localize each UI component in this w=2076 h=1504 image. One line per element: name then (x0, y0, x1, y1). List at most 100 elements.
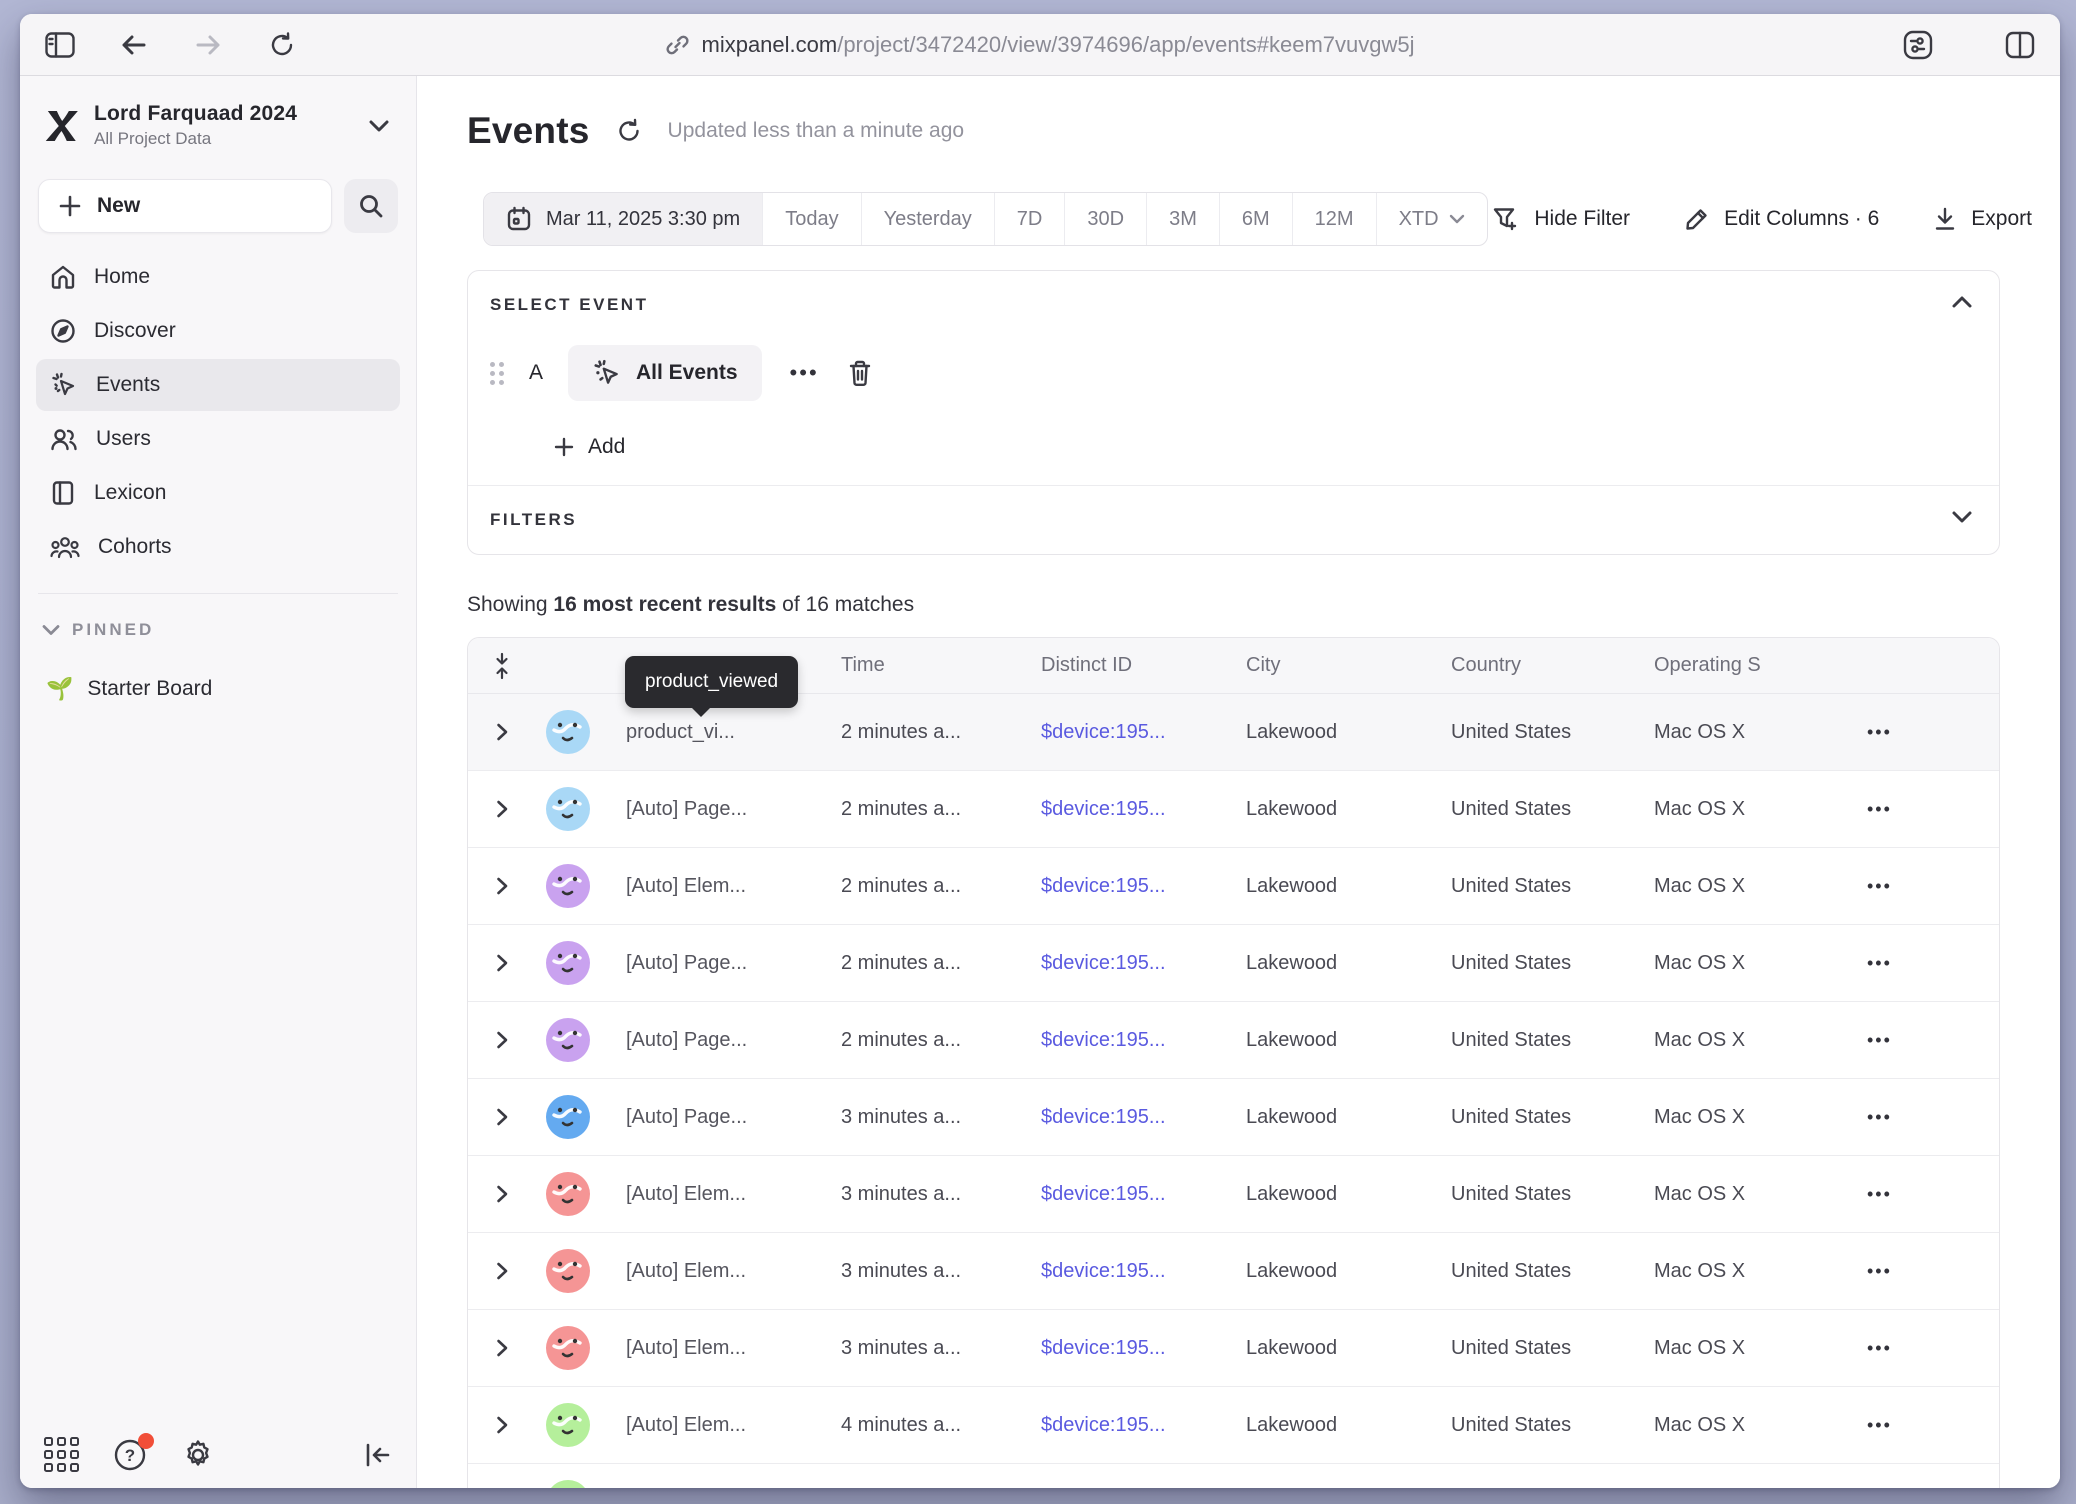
row-actions-button[interactable]: ••• (1859, 876, 1900, 897)
new-button[interactable]: New (38, 179, 332, 233)
row-expand-icon[interactable] (495, 722, 509, 742)
distinct-id-link[interactable]: $device:195... (1041, 1414, 1246, 1437)
event-selector-button[interactable]: All Events (568, 345, 762, 401)
row-expand-icon[interactable] (495, 876, 509, 896)
gear-icon[interactable] (181, 1438, 215, 1472)
event-name[interactable]: [Auto] Elem... (626, 1337, 841, 1360)
table-row[interactable]: [Auto] Elem... 4 minutes a... $device:19… (468, 1387, 1999, 1464)
search-button[interactable] (344, 179, 398, 233)
help-button[interactable]: ? (113, 1438, 147, 1472)
event-name[interactable]: [Auto] Page... (626, 798, 841, 821)
distinct-id-link[interactable]: $device:195... (1041, 1260, 1246, 1283)
sidebar-item-cohorts[interactable]: Cohorts (36, 521, 400, 573)
sidebar-toggle-icon[interactable] (38, 25, 82, 65)
distinct-id-link[interactable]: $device:195... (1041, 1337, 1246, 1360)
download-icon (1933, 206, 1957, 232)
distinct-id-link[interactable]: $device:195... (1041, 798, 1246, 821)
row-actions-button[interactable]: ••• (1859, 1338, 1900, 1359)
column-header-distinct-id[interactable]: Distinct ID (1041, 654, 1246, 677)
sidebar-item-lexicon[interactable]: Lexicon (36, 467, 400, 519)
project-switcher[interactable]: Lord Farquaad 2024 All Project Data (36, 98, 400, 153)
column-header-city[interactable]: City (1246, 654, 1451, 677)
distinct-id-link[interactable]: $device:195... (1041, 952, 1246, 975)
collapse-sidebar-icon[interactable] (364, 1442, 392, 1468)
event-name[interactable]: [Auto] Elem... (626, 875, 841, 898)
sidebar-item-home[interactable]: Home (36, 251, 400, 303)
row-actions-button[interactable]: ••• (1859, 1261, 1900, 1282)
row-expand-icon[interactable] (495, 1030, 509, 1050)
row-expand-icon[interactable] (495, 1338, 509, 1358)
row-actions-button[interactable]: ••• (1859, 1107, 1900, 1128)
column-header-os[interactable]: Operating S (1654, 654, 1859, 677)
forward-icon[interactable] (186, 25, 230, 65)
collapse-rows-icon[interactable] (492, 652, 512, 680)
distinct-id-link[interactable]: $device:195... (1041, 1106, 1246, 1129)
edit-columns-button[interactable]: Edit Columns · 6 (1684, 206, 1879, 232)
date-picker-button[interactable]: Mar 11, 2025 3:30 pm (484, 193, 763, 245)
row-actions-button[interactable]: ••• (1859, 1415, 1900, 1436)
row-actions-button[interactable]: ••• (1859, 799, 1900, 820)
row-expand-icon[interactable] (495, 1261, 509, 1281)
drag-handle-icon[interactable] (490, 362, 504, 385)
preset-6m[interactable]: 6M (1220, 193, 1293, 245)
preset-3m[interactable]: 3M (1147, 193, 1220, 245)
split-view-icon[interactable] (1998, 25, 2042, 65)
hide-filter-button[interactable]: Hide Filter (1492, 206, 1630, 232)
row-expand-icon[interactable] (495, 1184, 509, 1204)
event-name[interactable]: [Auto] Page... (626, 1029, 841, 1052)
export-button[interactable]: Export (1933, 206, 2032, 232)
row-actions-button[interactable]: ••• (1859, 953, 1900, 974)
sidebar-item-discover[interactable]: Discover (36, 305, 400, 357)
sidebar-item-events[interactable]: Events (36, 359, 400, 411)
column-header-time[interactable]: Time (841, 654, 1041, 677)
preset-today[interactable]: Today (763, 193, 861, 245)
distinct-id-link[interactable]: $device:195... (1041, 875, 1246, 898)
preset-12m[interactable]: 12M (1293, 193, 1377, 245)
back-icon[interactable] (112, 25, 156, 65)
table-row[interactable]: [Auto] Page... 2 minutes a... $device:19… (468, 771, 1999, 848)
pinned-section-toggle[interactable]: PINNED (42, 620, 394, 640)
row-expand-icon[interactable] (495, 953, 509, 973)
preset-yesterday[interactable]: Yesterday (862, 193, 995, 245)
column-header-country[interactable]: Country (1451, 654, 1654, 677)
event-name[interactable]: [Auto] Page... (626, 952, 841, 975)
distinct-id-link[interactable]: $device:195... (1041, 1029, 1246, 1052)
collapse-section-icon[interactable] (1951, 295, 1973, 309)
event-name[interactable]: [Auto] Page... (626, 1106, 841, 1129)
distinct-id-link[interactable]: $device:195... (1041, 1183, 1246, 1206)
expand-section-icon[interactable] (1951, 510, 1973, 524)
table-row[interactable] (468, 1464, 1999, 1488)
preset-xtd[interactable]: XTD (1377, 193, 1487, 245)
add-event-button[interactable]: Add (554, 435, 625, 459)
preset-30d[interactable]: 30D (1065, 193, 1147, 245)
sidebar-item-users[interactable]: Users (36, 413, 400, 465)
table-row[interactable]: [Auto] Page... 2 minutes a... $device:19… (468, 925, 1999, 1002)
table-row[interactable]: [Auto] Page... 2 minutes a... $device:19… (468, 1002, 1999, 1079)
apps-grid-icon[interactable] (44, 1437, 79, 1472)
table-row[interactable]: [Auto] Elem... 3 minutes a... $device:19… (468, 1233, 1999, 1310)
event-name[interactable]: [Auto] Elem... (626, 1260, 841, 1283)
table-row[interactable]: [Auto] Page... 3 minutes a... $device:19… (468, 1079, 1999, 1156)
event-name[interactable]: product_vi... (626, 721, 841, 744)
refresh-page-icon[interactable] (260, 25, 304, 65)
event-name[interactable]: [Auto] Elem... (626, 1183, 841, 1206)
refresh-results-icon[interactable] (616, 118, 642, 144)
table-row[interactable]: [Auto] Elem... 3 minutes a... $device:19… (468, 1156, 1999, 1233)
row-actions-button[interactable]: ••• (1859, 1184, 1900, 1205)
row-actions-button[interactable]: ••• (1859, 1030, 1900, 1051)
sidebar-item-label: Users (96, 427, 151, 451)
row-expand-icon[interactable] (495, 799, 509, 819)
row-expand-icon[interactable] (495, 1415, 509, 1435)
pinned-item-starter-board[interactable]: 🌱 Starter Board (46, 676, 394, 702)
table-row[interactable]: [Auto] Elem... 3 minutes a... $device:19… (468, 1310, 1999, 1387)
table-row[interactable]: [Auto] Elem... 2 minutes a... $device:19… (468, 848, 1999, 925)
page-settings-icon[interactable] (1896, 25, 1940, 65)
distinct-id-link[interactable]: $device:195... (1041, 721, 1246, 744)
preset-7d[interactable]: 7D (995, 193, 1066, 245)
row-expand-icon[interactable] (495, 1107, 509, 1127)
delete-event-icon[interactable] (847, 359, 873, 387)
row-actions-button[interactable]: ••• (1859, 722, 1900, 743)
event-options-button[interactable]: ••• (784, 360, 825, 386)
url-bar[interactable]: mixpanel.com/project/3472420/view/397469… (665, 32, 1414, 58)
event-name[interactable]: [Auto] Elem... (626, 1414, 841, 1437)
